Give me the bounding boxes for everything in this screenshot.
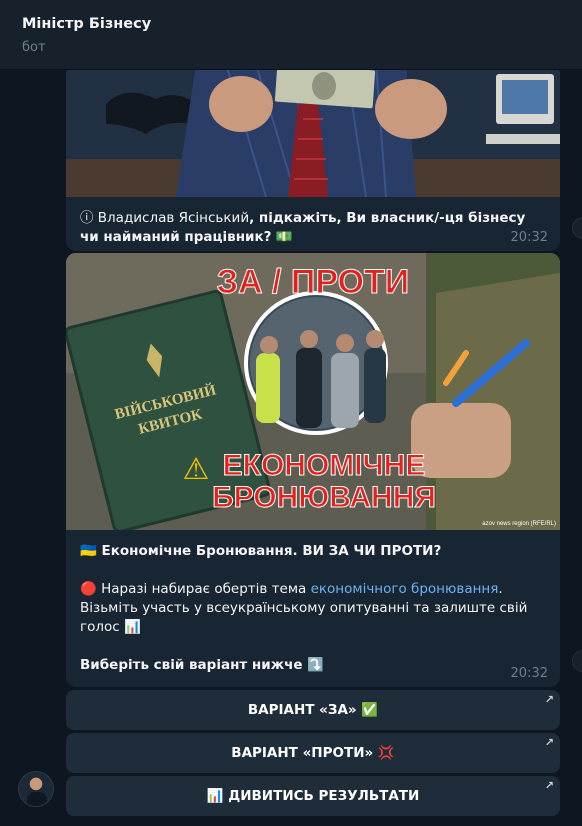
message-caption: 🇺🇦 Економічне Бронювання. ВИ ЗА ЧИ ПРОТИ…	[66, 530, 560, 675]
bot-avatar-icon[interactable]	[18, 771, 54, 807]
image-headline-2: БРОНЮВАННЯ	[212, 481, 436, 514]
caption-call-to-action: Виберіть свій варіант нижче ⤵️	[80, 656, 548, 675]
caption-title: 🇺🇦 Економічне Бронювання. ВИ ЗА ЧИ ПРОТИ…	[80, 542, 548, 561]
businessman-photo	[66, 70, 560, 197]
chat-status: бот	[22, 40, 46, 55]
bar-chart-icon: 📊	[123, 619, 141, 635]
arrow-up-right-icon: ↗	[544, 693, 554, 706]
chat-history[interactable]: ⓘ Владислав Ясінський, підкажіть, Ви вла…	[0, 70, 582, 826]
button-label: ВАРІАНТ «ЗА» ✅	[247, 702, 379, 718]
caption-title-text: Економічне Бронювання. ВИ ЗА ЧИ ПРОТИ?	[96, 543, 442, 559]
chat-title: Міністр Бізнесу	[22, 16, 152, 32]
button-label: 📊 ДИВИТИСЬ РЕЗУЛЬТАТИ	[206, 788, 420, 804]
message-time: 20:32	[510, 230, 548, 245]
cta-text: Виберіть свій варіант нижче	[80, 657, 308, 673]
economic-reservation-link[interactable]: економічного бронювання	[311, 581, 499, 597]
message-caption: ⓘ Владислав Ясінський, підкажіть, Ви вла…	[66, 197, 560, 247]
arrow-up-right-icon: ↗	[544, 736, 554, 749]
money-icon: 💵	[275, 229, 293, 245]
arrow-down-icon: ⤵️	[307, 657, 325, 673]
image-top-banner: ЗА / ПРОТИ	[217, 263, 410, 301]
ukraine-flag-icon: 🇺🇦	[80, 543, 97, 559]
economic-reservation-image: ВІЙСЬКОВИЙ КВИТОК ЗА / ПРОТИ ⚠ ЕКОНОМІЧН…	[66, 253, 560, 530]
message-photo[interactable]: ВІЙСЬКОВИЙ КВИТОК ЗА / ПРОТИ ⚠ ЕКОНОМІЧН…	[66, 253, 560, 530]
scroll-side-icon[interactable]	[572, 217, 582, 239]
paragraph-text: Наразі набирає обертів тема	[96, 581, 311, 597]
message-bubble[interactable]: ВІЙСЬКОВИЙ КВИТОК ЗА / ПРОТИ ⚠ ЕКОНОМІЧН…	[66, 253, 560, 687]
message-time: 20:32	[510, 666, 548, 681]
message-bubble[interactable]: ⓘ Владислав Ясінський, підкажіть, Ви вла…	[66, 70, 560, 251]
view-results-button[interactable]: 📊 ДИВИТИСЬ РЕЗУЛЬТАТИ ↗	[66, 776, 560, 816]
image-headline-1: ЕКОНОМІЧНЕ	[223, 449, 426, 482]
info-icon: ⓘ	[80, 210, 94, 226]
warning-icon: ⚠	[183, 452, 210, 487]
button-label: ВАРІАНТ «ПРОТИ» 💢	[231, 745, 395, 761]
user-name: Владислав Ясінський	[93, 210, 250, 226]
image-credit: azov news region (RFE/RL)	[482, 521, 556, 527]
arrow-up-right-icon: ↗	[544, 779, 554, 792]
message-photo[interactable]	[66, 70, 560, 197]
caption-paragraph: 🔴 Наразі набирає обертів тема економічно…	[80, 580, 548, 637]
chat-header[interactable]: Міністр Бізнесу бот	[0, 0, 582, 70]
scroll-side-icon[interactable]	[572, 650, 582, 672]
vote-for-button[interactable]: ВАРІАНТ «ЗА» ✅ ↗	[66, 690, 560, 730]
red-circle-icon: 🔴	[80, 581, 97, 597]
vote-against-button[interactable]: ВАРІАНТ «ПРОТИ» 💢 ↗	[66, 733, 560, 773]
